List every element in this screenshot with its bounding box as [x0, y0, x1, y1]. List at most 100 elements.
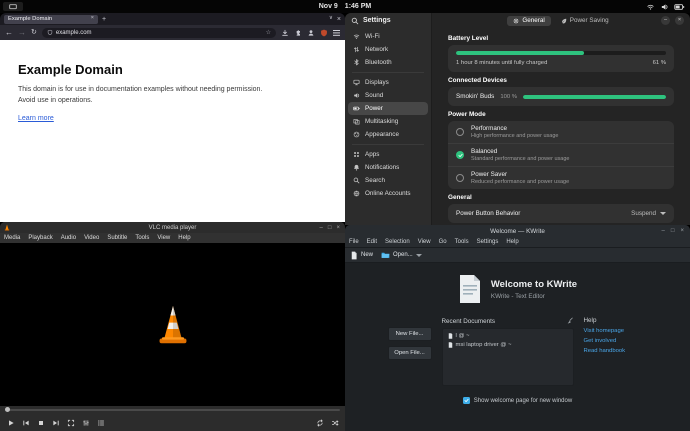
- recent-documents-list[interactable]: l @ ~ msi laptop driver @ ~: [442, 328, 574, 386]
- kwrite-close-icon[interactable]: ×: [680, 228, 684, 234]
- kwrite-maximize-icon[interactable]: □: [671, 228, 675, 234]
- sidebar-item-network[interactable]: Network: [348, 43, 428, 56]
- ublock-shield-icon[interactable]: [320, 29, 328, 37]
- reload-button[interactable]: ↻: [31, 29, 37, 36]
- option-performance[interactable]: Performance High performance and power u…: [448, 121, 674, 143]
- seek-bar[interactable]: [0, 406, 345, 414]
- help-link-homepage[interactable]: Visit homepage: [584, 328, 648, 334]
- menu-file[interactable]: File: [345, 239, 363, 245]
- open-file-button[interactable]: Open File...: [388, 346, 432, 360]
- new-document-button[interactable]: New: [350, 251, 373, 260]
- sidebar-item-multitasking[interactable]: Multitasking: [348, 115, 428, 128]
- search-icon[interactable]: [351, 17, 359, 25]
- playlist-button[interactable]: [94, 417, 107, 429]
- extended-settings-button[interactable]: [79, 417, 92, 429]
- menu-video[interactable]: Video: [80, 235, 103, 241]
- menu-go[interactable]: Go: [435, 239, 451, 245]
- browser-tab[interactable]: Example Domain ×: [4, 15, 98, 24]
- menu-selection[interactable]: Selection: [381, 239, 414, 245]
- menu-tools[interactable]: Tools: [131, 235, 153, 241]
- clock[interactable]: Nov 9 1:46 PM: [0, 3, 690, 10]
- settings-minimize-button[interactable]: –: [661, 16, 670, 25]
- menu-icon[interactable]: [333, 30, 340, 31]
- downloads-icon[interactable]: [281, 29, 289, 37]
- welcome-page-checkbox-row[interactable]: Show welcome page for new window: [463, 397, 572, 404]
- sidebar-item-sound[interactable]: Sound: [348, 89, 428, 102]
- sidebar-item-search[interactable]: Search: [348, 174, 428, 187]
- option-balanced[interactable]: Balanced Standard performance and power …: [448, 143, 674, 166]
- bookmark-star-icon[interactable]: ☆: [266, 29, 271, 36]
- vlc-minimize-icon[interactable]: –: [320, 225, 323, 231]
- extensions-icon[interactable]: [294, 29, 302, 37]
- menu-settings[interactable]: Settings: [473, 239, 503, 245]
- vlc-close-icon[interactable]: ×: [336, 225, 340, 231]
- recent-item[interactable]: msi laptop driver @ ~: [445, 340, 571, 349]
- fullscreen-button[interactable]: [64, 417, 77, 429]
- sidebar-item-power[interactable]: Power: [348, 102, 428, 115]
- tab-close-icon[interactable]: ×: [91, 16, 94, 22]
- radio-power-saver[interactable]: [456, 174, 464, 182]
- menu-view[interactable]: View: [414, 239, 435, 245]
- new-tab-button[interactable]: +: [102, 16, 106, 23]
- sidebar-item-wifi[interactable]: Wi-Fi: [348, 30, 428, 43]
- video-area[interactable]: [0, 243, 345, 406]
- settings-header-bar[interactable]: General Power Saving – ×: [432, 13, 690, 28]
- next-button[interactable]: [49, 417, 62, 429]
- new-file-button[interactable]: New File...: [388, 327, 432, 341]
- menu-help[interactable]: Help: [502, 239, 522, 245]
- checkbox-checked[interactable]: [463, 397, 470, 404]
- vlc-cone-logo: [154, 303, 192, 347]
- system-tray[interactable]: [646, 3, 685, 11]
- vlc-maximize-icon[interactable]: □: [328, 225, 332, 231]
- settings-close-button[interactable]: ×: [675, 16, 684, 25]
- menu-subtitle[interactable]: Subtitle: [103, 235, 131, 241]
- sidebar-item-apps[interactable]: Apps: [348, 148, 428, 161]
- open-document-button[interactable]: Open...: [381, 251, 422, 259]
- list-tabs-icon[interactable]: ∨: [329, 16, 333, 22]
- vlc-title-bar[interactable]: VLC media player – □ ×: [0, 222, 345, 233]
- window-close-icon[interactable]: ×: [337, 16, 341, 23]
- menu-edit[interactable]: Edit: [363, 239, 381, 245]
- url-bar[interactable]: example.com ☆: [42, 28, 276, 38]
- tab-general[interactable]: General: [507, 16, 550, 26]
- menu-media[interactable]: Media: [0, 235, 24, 241]
- kwrite-minimize-icon[interactable]: –: [662, 228, 665, 234]
- kwrite-title-bar[interactable]: Welcome — KWrite – □ ×: [345, 225, 690, 237]
- help-link-get-involved[interactable]: Get involved: [584, 338, 648, 344]
- seek-handle[interactable]: [5, 407, 10, 412]
- radio-performance[interactable]: [456, 128, 464, 136]
- menu-help[interactable]: Help: [174, 235, 194, 241]
- sidebar-item-notifications[interactable]: Notifications: [348, 161, 428, 174]
- learn-more-link[interactable]: Learn more: [18, 115, 54, 122]
- seek-track[interactable]: [5, 409, 340, 411]
- previous-button[interactable]: [19, 417, 32, 429]
- back-button[interactable]: ←: [5, 29, 13, 37]
- sidebar-item-appearance[interactable]: Appearance: [348, 128, 428, 141]
- forward-button[interactable]: →: [18, 29, 26, 37]
- menu-tools[interactable]: Tools: [451, 239, 473, 245]
- browser-tab-bar[interactable]: Example Domain × + ∨ ×: [0, 13, 345, 25]
- play-button[interactable]: [4, 417, 17, 429]
- tab-power-saving[interactable]: Power Saving: [555, 16, 615, 26]
- bluetooth-icon: [353, 59, 360, 66]
- option-power-saver[interactable]: Power Saver Reduced performance and powe…: [448, 166, 674, 189]
- recent-item[interactable]: l @ ~: [445, 331, 571, 340]
- menu-playback[interactable]: Playback: [24, 235, 56, 241]
- menu-view[interactable]: View: [153, 235, 174, 241]
- menu-audio[interactable]: Audio: [57, 235, 80, 241]
- battery-progress-track: [456, 51, 666, 55]
- radio-balanced-selected[interactable]: [456, 151, 464, 159]
- sidebar-item-displays[interactable]: Displays: [348, 76, 428, 89]
- sidebar-item-bluetooth[interactable]: Bluetooth: [348, 56, 428, 69]
- clear-history-icon[interactable]: [566, 317, 574, 325]
- power-button-behavior-row[interactable]: Power Button Behavior Suspend: [448, 204, 674, 223]
- power-button-behavior-dropdown[interactable]: Suspend: [631, 210, 666, 217]
- loop-button[interactable]: [313, 417, 326, 429]
- help-link-handbook[interactable]: Read handbook: [584, 348, 648, 354]
- sidebar-item-online-accounts[interactable]: Online Accounts: [348, 187, 428, 200]
- kwrite-menu-bar: File Edit Selection View Go Tools Settin…: [345, 237, 690, 248]
- account-icon[interactable]: [307, 29, 315, 37]
- random-button[interactable]: [328, 417, 341, 429]
- battery-status-text: 1 hour 8 minutes until fully charged: [456, 60, 547, 66]
- stop-button[interactable]: [34, 417, 47, 429]
